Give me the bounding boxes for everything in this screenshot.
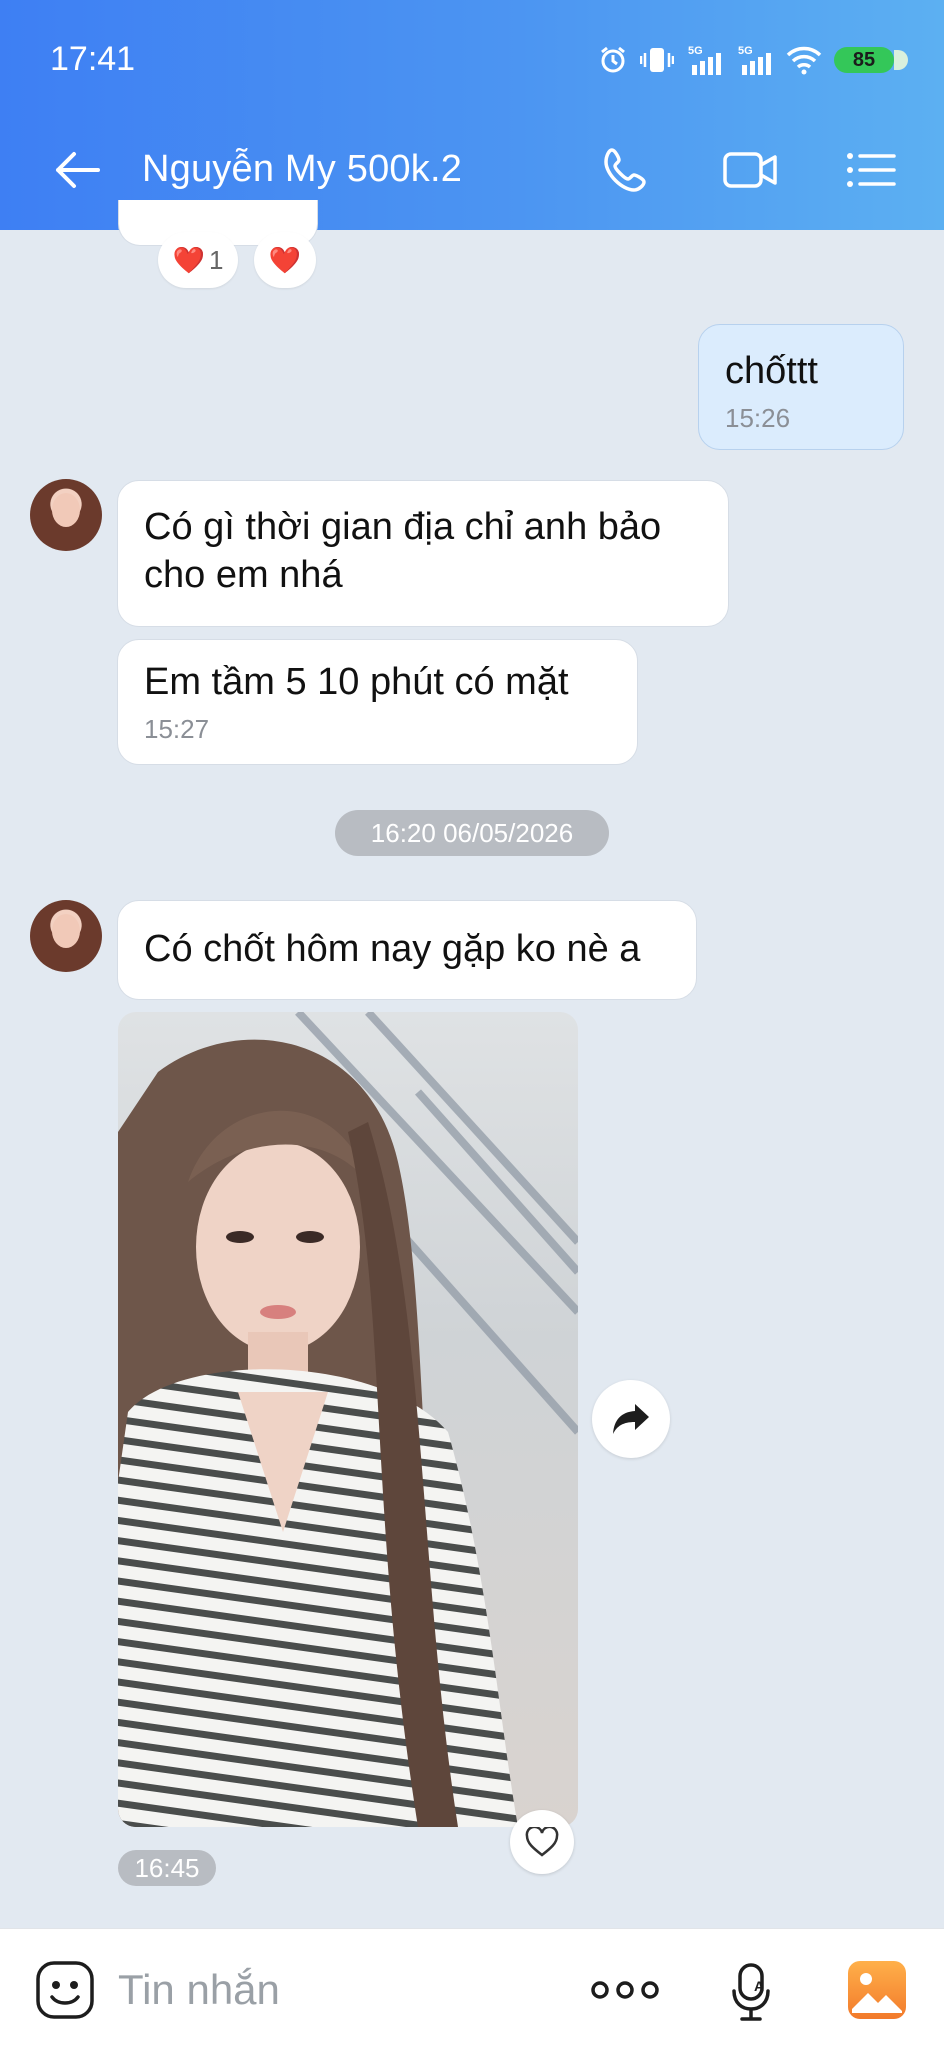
heart-outline-icon <box>525 1827 559 1857</box>
message-text: chốttt <box>725 350 818 392</box>
heart-icon: ❤️ <box>172 244 205 275</box>
status-time: 17:41 <box>50 40 136 78</box>
avatar[interactable] <box>30 900 102 972</box>
message-text: Có gì thời gian địa chỉ anh bảo cho em n… <box>144 506 662 596</box>
svg-text:A: A <box>754 1978 764 1994</box>
date-separator: 16:20 06/05/2026 <box>335 810 609 856</box>
message-bubble-theirs[interactable]: Em tầm 5 10 phút có mặt 15:27 <box>117 639 638 765</box>
forward-button[interactable] <box>592 1380 670 1458</box>
message-bubble-theirs[interactable]: Có gì thời gian địa chỉ anh bảo cho em n… <box>117 480 729 627</box>
vibrate-icon <box>640 48 674 72</box>
microphone-icon[interactable]: A <box>728 1961 778 2023</box>
avatar[interactable] <box>30 479 102 551</box>
battery-indicator: 85 <box>834 47 908 73</box>
message-time: 15:27 <box>144 714 210 744</box>
photo-message[interactable] <box>118 1012 578 1827</box>
status-icons: 5G 5G 85 <box>598 40 908 80</box>
photo-time: 16:45 <box>118 1850 216 1886</box>
signal-5g-icon: 5G <box>688 45 721 75</box>
wifi-icon <box>786 46 822 75</box>
message-text: Em tầm 5 10 phút có mặt <box>144 661 569 703</box>
reaction-heart-count[interactable]: ❤️ 1 <box>158 232 238 288</box>
phone-icon[interactable] <box>600 144 652 196</box>
more-dots-icon[interactable] <box>590 1973 660 2007</box>
arrow-left-icon[interactable] <box>52 148 102 192</box>
emoji-icon[interactable] <box>34 1959 96 2021</box>
video-camera-icon[interactable] <box>722 148 778 192</box>
signal-5g-icon-2: 5G <box>738 45 771 75</box>
list-menu-icon[interactable] <box>846 150 896 190</box>
alarm-icon <box>601 46 625 73</box>
reaction-count: 1 <box>208 244 224 275</box>
photo-image <box>118 1012 578 1827</box>
image-gallery-icon[interactable] <box>846 1959 908 2021</box>
heart-icon: ❤️ <box>268 244 302 275</box>
chat-title[interactable]: Nguyễn My 500k.2 <box>142 148 462 191</box>
share-arrow-icon <box>613 1404 649 1434</box>
chat-nav: Nguyễn My 500k.2 <box>0 130 944 210</box>
like-button[interactable] <box>510 1810 574 1874</box>
message-time: 15:26 <box>725 403 791 433</box>
message-input[interactable] <box>118 1959 558 2021</box>
network-label-1: 5G <box>688 45 703 57</box>
composer-bar: A <box>0 1928 944 2049</box>
message-text: Có chốt hôm nay gặp ko nè a <box>144 928 641 970</box>
chat-header: 17:41 5G 5G 85 Nguyễn My 500k.2 <box>0 0 944 230</box>
reaction-heart-button[interactable]: ❤️ <box>254 232 316 288</box>
network-label-2: 5G <box>738 45 753 57</box>
message-bubble-mine[interactable]: chốttt 15:26 <box>698 324 904 450</box>
message-bubble-theirs[interactable]: Có chốt hôm nay gặp ko nè a <box>117 900 697 1000</box>
